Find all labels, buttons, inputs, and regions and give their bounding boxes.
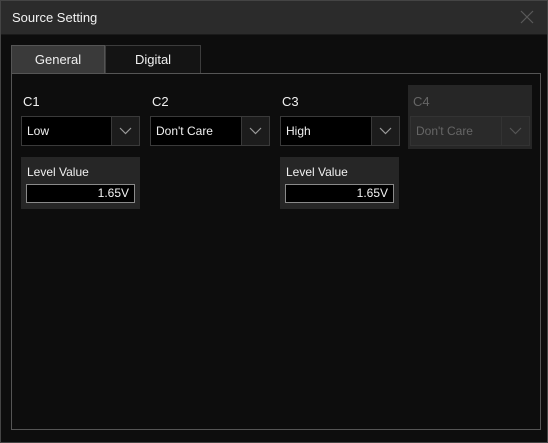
c1-level-input[interactable]: 1.65V [26,184,135,203]
c3-level-input[interactable]: 1.65V [285,184,394,203]
c4-label: C4 [413,94,430,109]
close-icon[interactable] [517,7,537,27]
c1-select[interactable]: Low [21,116,140,146]
c4-select: Don't Care [410,116,530,146]
c1-level-box: Level Value 1.65V [21,157,140,209]
chevron-down-icon[interactable] [111,116,140,146]
dialog-titlebar: Source Setting [1,1,547,35]
c1-level-label: Level Value [27,165,89,179]
c2-label: C2 [152,94,169,109]
chevron-down-icon[interactable] [371,116,400,146]
source-setting-dialog: Source Setting General Digital C1 C2 C3 … [0,0,548,443]
c3-level-box: Level Value 1.65V [280,157,399,209]
dialog-title: Source Setting [12,10,98,25]
chevron-down-icon[interactable] [241,116,270,146]
tab-digital[interactable]: Digital [105,45,201,73]
c2-select[interactable]: Don't Care [150,116,270,146]
tab-general[interactable]: General [11,45,105,73]
c1-label: C1 [23,94,40,109]
c3-level-label: Level Value [286,165,348,179]
tab-bar: General Digital [11,45,541,73]
c3-label: C3 [282,94,299,109]
chevron-down-icon [501,116,530,146]
c3-select[interactable]: High [280,116,400,146]
